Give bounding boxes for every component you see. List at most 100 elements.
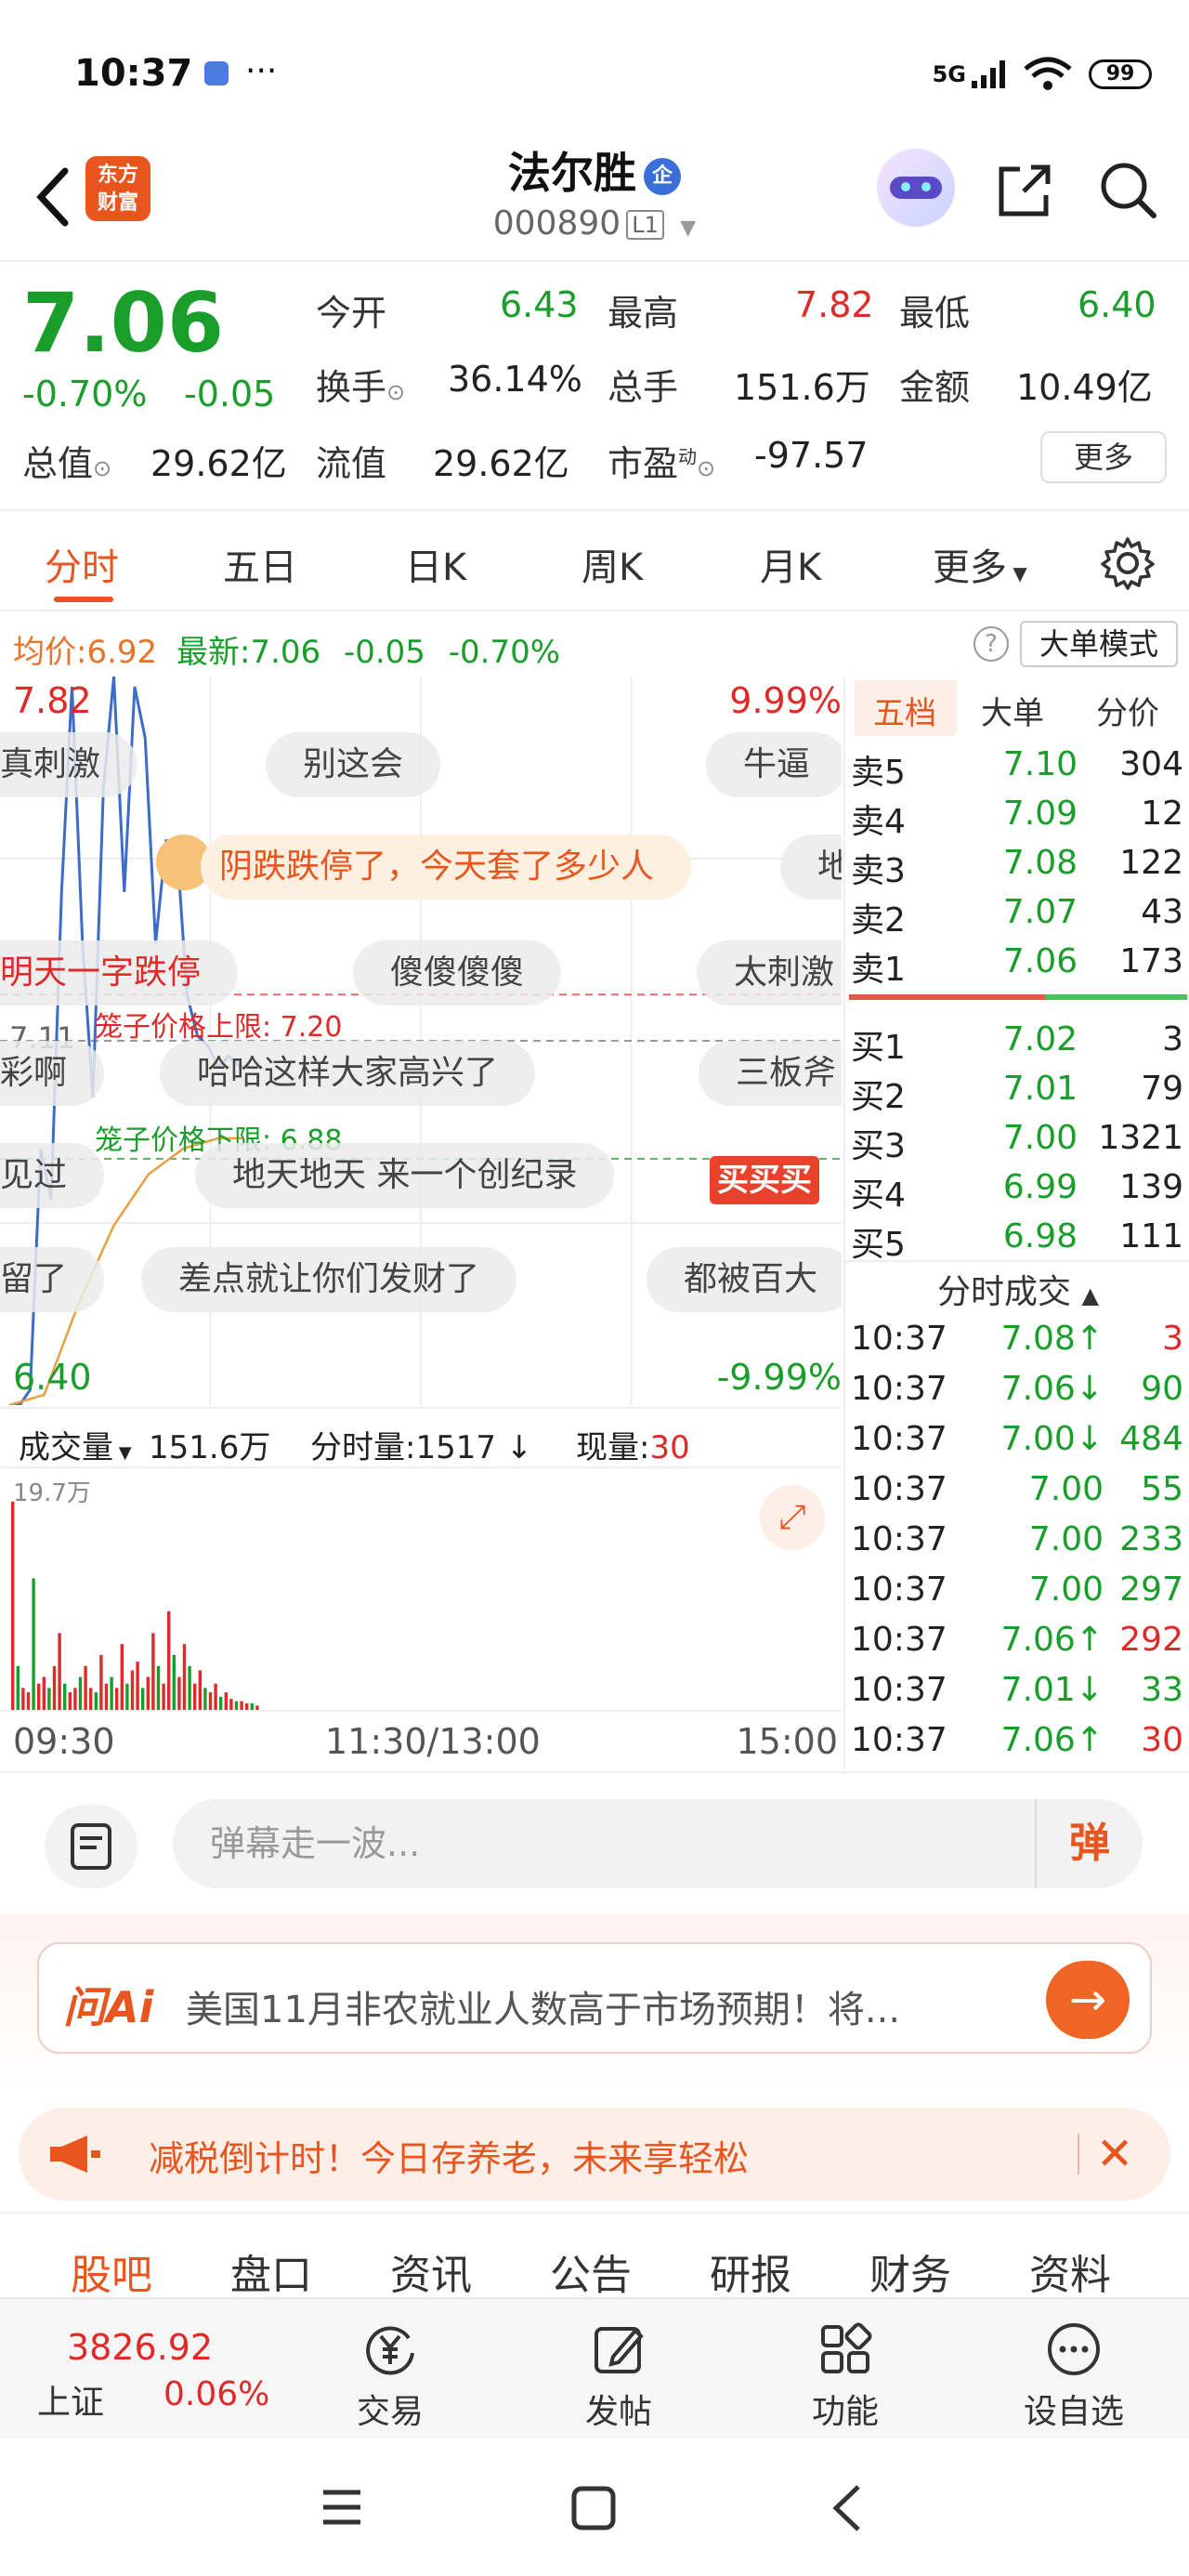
danmu-bubble: 差点就让你们发财了 [141,1247,517,1312]
tab-finance[interactable]: 财务 [869,2241,951,2301]
ai-robot-icon[interactable] [877,149,955,227]
tab-intraday[interactable]: 分时 [45,537,119,591]
volume-panel: 成交量 ▼ 151.6万 分时量:1517 ↓ 现量:30 19.7万 ⤢ 09… [0,1407,842,1769]
ask-row[interactable]: 卖4 7.09 12 [851,795,1189,843]
volume-bar [240,1701,243,1710]
danmu-input[interactable]: 弹幕走一波... [173,1799,1143,1888]
nav-functions[interactable]: 功能 [771,2320,920,2433]
tab-weekly-k[interactable]: 周K [581,537,643,591]
search-icon[interactable] [1096,158,1161,223]
bid-row[interactable]: 买4 6.99 139 [851,1168,1189,1216]
tab-announcements[interactable]: 公告 [550,2241,632,2301]
volume-selector[interactable]: 成交量 ▼ [19,1422,132,1467]
close-icon[interactable]: ✕ [1096,2128,1133,2180]
send-danmu-button[interactable]: 弹 [1035,1799,1143,1888]
tick-time: 10:37 [851,1621,947,1659]
menu-icon[interactable] [320,2487,364,2528]
bid-row[interactable]: 买5 6.98 111 [851,1217,1189,1266]
volume-bar [151,1633,155,1710]
bid-row[interactable]: 买3 7.00 1321 [851,1119,1189,1167]
danmu-bubble: 三板斧 [699,1041,842,1106]
float-label: 流值 [316,443,387,484]
info-icon[interactable]: ⊙ [386,379,405,405]
ask-row[interactable]: 卖1 7.06 173 [851,942,1189,991]
bid-row[interactable]: 买1 7.02 3 [851,1020,1189,1069]
ask-row[interactable]: 卖3 7.08 122 [851,844,1189,892]
expand-icon[interactable]: ⤢ [760,1485,825,1550]
bid-price: 6.98 [1002,1217,1078,1255]
index-ticker[interactable]: 3826.92 上证 0.06% [37,2316,297,2427]
tab-daily-k[interactable]: 日K [405,537,466,591]
volume-bar [120,1644,124,1710]
volume-bars-svg [11,1501,259,1710]
more-button[interactable]: 更多 [1040,431,1167,483]
danmu-bubble: 彩啊 [0,1041,105,1106]
danmu-bubble: 地 [780,835,842,900]
tab-profile[interactable]: 资料 [1029,2241,1111,2301]
tab-pankou[interactable]: 盘口 [230,2241,312,2301]
avg-price-info: 均价:6.92 最新:7.06 -0.05 -0.70% [13,626,560,672]
tick-row: 10:37 7.06↑ 292 [851,1621,1189,1671]
last-percent: -0.70% [448,634,561,671]
info-icon[interactable]: ⊙ [93,455,111,481]
edit-icon [594,2327,644,2373]
tab-research[interactable]: 研报 [710,2241,791,2301]
volume-bar [245,1702,249,1710]
volume-bar [84,1665,87,1710]
tab-guba[interactable]: 股吧 [71,2241,152,2301]
current-volume-value: 30 [649,1429,690,1466]
nav-trade[interactable]: 交易 [316,2320,464,2433]
divider [1078,2134,1079,2175]
float-value: 29.62亿 [433,443,569,484]
volume-bar [104,1683,109,1710]
nav-add-watchlist[interactable]: 设自选 [1000,2320,1148,2433]
ai-question-box[interactable]: 问Ai 美国11月非农就业人数高于市场预期！将... → [37,1942,1152,2054]
bid-price: 6.99 [1002,1168,1078,1206]
tab-more[interactable]: 更多 ▼ [933,537,1027,591]
time-axis: 09:30 11:30/13:00 15:00 [0,1710,842,1769]
notes-icon[interactable] [45,1805,137,1888]
open-value: 6.43 [500,284,579,325]
volume-bar [63,1683,67,1710]
info-icon[interactable]: ⊙ [697,455,715,481]
ask-levels: 卖5 7.10 304 卖4 7.09 12 卖3 7.08 122 卖2 7.07 43 卖1 7.06… [845,745,1189,991]
chart-high-percent: 9.99% [729,680,842,721]
tick-time: 10:37 [851,1320,947,1358]
ask-price: 7.07 [1002,893,1078,931]
turnover-value: 36.14% [448,359,582,400]
volume-bar [162,1683,165,1710]
avg-value: 6.92 [86,634,158,671]
home-icon[interactable] [570,2485,617,2531]
tab-big-orders[interactable]: 大单 [981,688,1044,733]
tick-time: 10:37 [851,1520,947,1558]
intraday-chart[interactable]: 7.82 9.99% 6.40 -9.99% 7.11 笼子价格上限: 7.20… [0,677,842,1405]
help-icon[interactable]: ? [973,626,1009,662]
ask-row[interactable]: 卖2 7.07 43 [851,893,1189,941]
arrow-right-icon[interactable]: → [1046,1961,1130,2039]
ask-row[interactable]: 卖5 7.10 304 [851,745,1189,794]
danmu-bubble: 留了 [0,1247,105,1312]
low-value: 6.40 [1078,284,1156,325]
ticks-header[interactable]: 分时成交 ▲ [845,1260,1189,1321]
tab-five-day[interactable]: 五日 [223,537,297,591]
settings-gear-icon[interactable] [1100,535,1156,591]
tab-monthly-k[interactable]: 月K [760,537,821,591]
tick-price: 7.08↑ [1000,1320,1104,1358]
volume-bar [52,1665,57,1710]
app-notification-icon [204,61,229,85]
volume-bar [234,1701,239,1710]
tab-price-distribution[interactable]: 分价 [1096,688,1159,733]
index-value: 3826.92 [67,2327,214,2368]
big-order-mode-button[interactable]: 大单模式 [1020,621,1178,667]
bottom-nav: 3826.92 上证 0.06% 交易 发帖 功能 设自选 [0,2297,1189,2438]
bid-label: 买4 [851,1176,906,1215]
tick-price: 7.06↑ [1000,1621,1104,1659]
promo-banner[interactable]: 减税倒计时！今日存养老，未来享轻松 ✕ [19,2108,1170,2201]
bid-row[interactable]: 买2 7.01 79 [851,1070,1189,1118]
share-icon[interactable] [992,158,1057,223]
back-icon[interactable] [829,2483,866,2533]
tab-news[interactable]: 资讯 [390,2241,472,2301]
nav-post[interactable]: 发帖 [544,2320,693,2433]
nav-add-watchlist-label: 设自选 [1023,2393,1124,2431]
tab-five-levels[interactable]: 五档 [873,688,936,733]
